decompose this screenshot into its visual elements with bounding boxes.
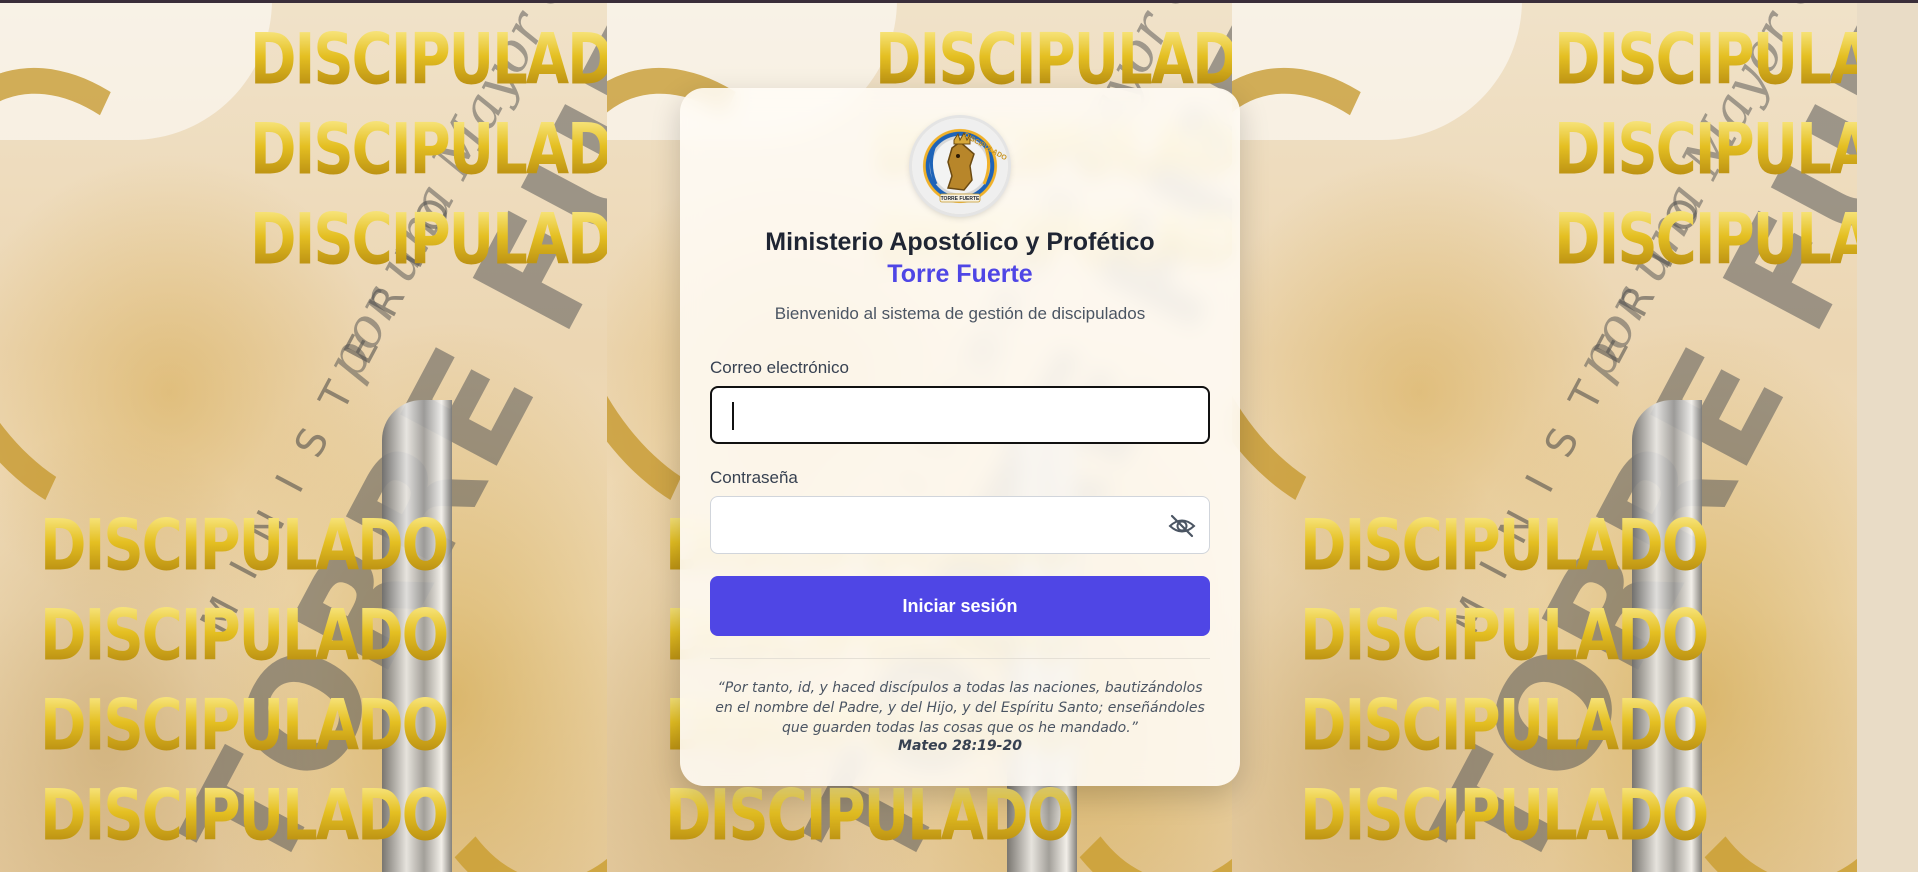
divider	[710, 658, 1210, 659]
ministry-logo: DISCIPULADO TORRE FUERTE	[912, 118, 1008, 214]
background-word: DISCIPULADO	[665, 775, 1074, 858]
background-tile: TORRE FUERTE MINISTERIO por una Mayor Gl…	[0, 0, 607, 872]
background-word: DISCIPULADO	[40, 505, 449, 588]
password-label: Contraseña	[710, 468, 798, 487]
eye-off-icon[interactable]	[1167, 511, 1197, 541]
login-page: TORRE FUERTE MINISTERIO por una Mayor Gl…	[0, 0, 1918, 872]
text-caret	[732, 402, 734, 430]
background-word: DISCIPULADO	[1300, 505, 1709, 588]
background-word: DISCIPULADO	[40, 595, 449, 678]
bible-quote-reference: Mateo 28:19-20	[898, 738, 1022, 754]
background-tile: TORRE FUERTE MINISTERIO por una Mayor Gl…	[1232, 0, 1857, 872]
logo-bottom-text: TORRE FUERTE	[940, 196, 980, 202]
background-word: DISCIPULADO	[250, 200, 607, 281]
background-word: DISCIPULADO	[250, 20, 607, 101]
email-field[interactable]	[710, 386, 1210, 444]
background-word: DISCIPULADO	[250, 110, 607, 191]
page-title: Ministerio Apostólico y Profético	[765, 228, 1155, 256]
page-subtitle: Torre Fuerte	[887, 260, 1033, 288]
bible-quote: “Por tanto, id, y haced discípulos a tod…	[715, 680, 1205, 736]
background-word: DISCIPULADO	[40, 685, 449, 768]
welcome-text: Bienvenido al sistema de gestión de disc…	[774, 304, 1146, 323]
background-word: DISCIPULADO	[1300, 685, 1709, 768]
login-card: DISCIPULADO TORRE FUERTE Ministerio Apos…	[680, 88, 1240, 786]
password-field[interactable]	[710, 496, 1210, 554]
login-button[interactable]: Iniciar sesión	[710, 576, 1210, 636]
background-word: DISCIPULADO	[1554, 200, 1857, 281]
background-word: DISCIPULADO	[1554, 110, 1857, 191]
background-word: DISCIPULADO	[1300, 775, 1709, 858]
background-word: DISCIPULADO	[1300, 595, 1709, 678]
background-word: DISCIPULADO	[1554, 20, 1857, 101]
background-word: DISCIPULADO	[40, 775, 449, 858]
browser-top-edge	[0, 0, 1918, 3]
email-label: Correo electrónico	[710, 358, 849, 377]
